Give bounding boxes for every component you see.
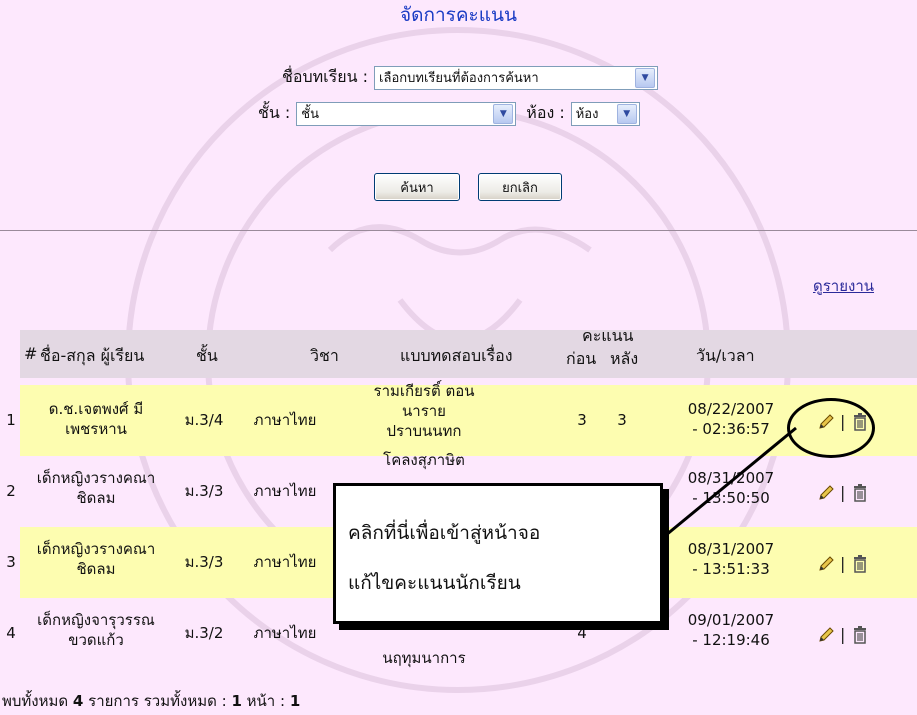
header-before: ก่อน — [566, 349, 597, 368]
cancel-button[interactable]: ยกเลิก — [478, 173, 562, 201]
search-button[interactable]: ค้นหา — [374, 173, 460, 201]
table-row: 1 ด.ช.เจตพงศ์ มี เพชรหาน ม.3/4 ภาษาไทย ร… — [6, 382, 917, 456]
header-after: หลัง — [610, 349, 639, 368]
header-class: ชั้น — [196, 346, 218, 365]
row-score-before: 3 — [577, 411, 587, 429]
row-num: 1 — [6, 411, 16, 429]
row-subject: ภาษาไทย — [253, 482, 317, 500]
lesson-row: ชื่อบทเรียน : เลือกบทเรียนที่ต้องการค้นห… — [282, 65, 659, 90]
report-link[interactable]: ดูรายงาน — [813, 274, 874, 298]
class-select-value: ชั้น — [301, 107, 319, 122]
table-header: # ชื่อ-สกุล ผู้เรียน ชั้น วิชา แบบทดสอบเ… — [20, 326, 917, 378]
footer-summary: พบทั้งหมด 4 รายการ รวมทั้งหมด : 1 หน้า :… — [2, 692, 301, 710]
lesson-select[interactable]: เลือกบทเรียนที่ต้องการค้นหา ▼ — [374, 65, 659, 90]
header-subject: วิชา — [310, 346, 339, 365]
callout-box: คลิกที่นี่เพื่อเข้าสู่หน้าจอ แก้ไขคะแนนน… — [333, 483, 663, 624]
action-separator: | — [840, 554, 846, 573]
row-test: นฤทุมนาการ — [382, 649, 466, 667]
room-label: ห้อง : — [526, 103, 565, 122]
row-class: ม.3/3 — [184, 553, 224, 571]
pencil-icon[interactable] — [817, 555, 835, 573]
row-num: 4 — [6, 624, 16, 642]
row-name: เด็กหญิงวรางคณา ชิดลม — [36, 469, 156, 507]
chevron-down-icon: ▼ — [635, 67, 656, 88]
pencil-icon[interactable] — [817, 626, 835, 644]
class-room-row: ชั้น : ชั้น ▼ ห้อง : ห้อง ▼ — [258, 101, 640, 126]
row-test: รามเกียรติ์ ตอน นาราย ปราบนนทก — [373, 382, 475, 440]
header-test: แบบทดสอบเรื่อง — [400, 346, 513, 365]
row-score-after: 3 — [617, 411, 627, 429]
header-score: คะแนน — [582, 326, 634, 345]
row-class: ม.3/2 — [184, 624, 224, 642]
trash-icon[interactable] — [852, 484, 868, 502]
row-name: เด็กหญิงวรางคณา ชิดลม — [36, 540, 156, 578]
row-test: โคลงสุภาษิต — [383, 451, 465, 469]
action-separator: | — [840, 483, 846, 502]
row-name: ด.ช.เจตพงศ์ มี เพชรหาน — [48, 400, 144, 438]
lesson-select-value: เลือกบทเรียนที่ต้องการค้นหา — [379, 71, 539, 86]
row-datetime: 08/31/2007 - 13:51:33 — [687, 540, 775, 578]
trash-icon[interactable] — [852, 626, 868, 644]
room-select-value: ห้อง — [575, 107, 599, 122]
row-subject: ภาษาไทย — [253, 624, 317, 642]
action-separator: | — [840, 625, 846, 644]
header-num: # — [24, 344, 38, 363]
divider — [0, 230, 917, 231]
edit-highlight-ellipse — [787, 398, 875, 458]
row-subject: ภาษาไทย — [253, 553, 317, 571]
row-name: เด็กหญิงจารุวรรณ ขวดแก้ว — [37, 611, 155, 649]
row-datetime: 09/01/2007 - 12:19:46 — [687, 611, 775, 649]
class-select[interactable]: ชั้น ▼ — [296, 101, 517, 126]
row-num: 2 — [6, 482, 16, 500]
header-name: ชื่อ-สกุล ผู้เรียน — [40, 346, 145, 365]
row-score-before: 4 — [577, 624, 587, 642]
row-datetime: 08/31/2007 - 13:50:50 — [687, 469, 775, 507]
chevron-down-icon: ▼ — [616, 103, 637, 124]
page-title: จัดการคะแนน — [400, 4, 517, 26]
callout-line-2: แก้ไขคะแนนนักเรียน — [348, 572, 521, 594]
row-num: 3 — [6, 553, 16, 571]
row-class: ม.3/3 — [184, 482, 224, 500]
trash-icon[interactable] — [852, 555, 868, 573]
room-select[interactable]: ห้อง ▼ — [570, 101, 640, 126]
class-label: ชั้น : — [258, 103, 291, 122]
row-class: ม.3/4 — [184, 411, 224, 429]
lesson-label: ชื่อบทเรียน : — [282, 67, 369, 86]
callout-line-1: คลิกที่นี่เพื่อเข้าสู่หน้าจอ — [348, 522, 541, 544]
header-datetime: วัน/เวลา — [696, 346, 755, 365]
row-datetime: 08/22/2007 - 02:36:57 — [687, 400, 775, 438]
row-subject: ภาษาไทย — [253, 411, 317, 429]
pencil-icon[interactable] — [817, 484, 835, 502]
chevron-down-icon: ▼ — [493, 103, 514, 124]
